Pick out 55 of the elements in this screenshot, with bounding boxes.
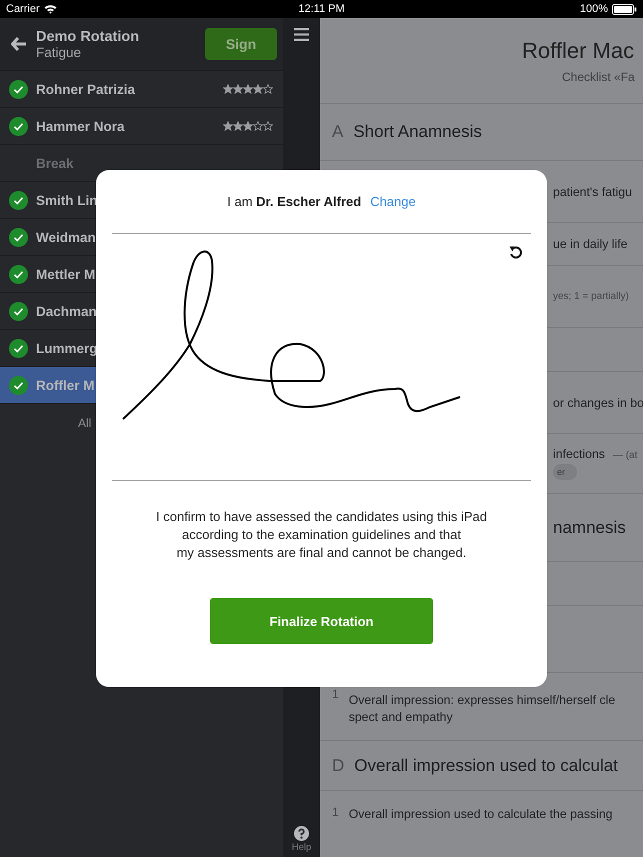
filled-star-icon — [233, 121, 243, 131]
all-label[interactable]: All — [78, 416, 92, 430]
filled-star-icon — [253, 84, 263, 94]
filled-star-icon — [223, 84, 233, 94]
change-link[interactable]: Change — [370, 194, 416, 209]
empty-star-icon — [263, 121, 273, 131]
filled-star-icon — [233, 84, 243, 94]
rotation-subtitle: Fatigue — [36, 44, 82, 60]
checklist-item: Overall impression used to calculate the passing — [348, 806, 613, 820]
candidate-name: Mettler M — [36, 266, 96, 282]
candidate-name: Rohner Patrizia — [36, 82, 136, 96]
signer-text: I am Dr. Escher Alfred — [227, 194, 362, 209]
checklist-item: or changes in bo — [553, 396, 643, 410]
item-number: 1 — [332, 805, 339, 819]
answer-chip[interactable]: er — [553, 464, 578, 480]
candidate-item[interactable]: Rohner Patrizia — [0, 71, 283, 108]
help-label[interactable]: Help — [292, 842, 312, 853]
undo-icon[interactable] — [509, 245, 523, 259]
checklist-item: ue in daily life — [553, 237, 628, 251]
filled-star-icon — [243, 121, 253, 131]
menu-icon[interactable] — [294, 28, 309, 41]
candidate-name: Lummerg — [36, 340, 98, 356]
section-heading: Overall impression used to calculat — [354, 756, 618, 776]
battery-icon — [612, 4, 637, 14]
section-letter: D — [332, 756, 344, 776]
help-icon[interactable] — [294, 826, 309, 841]
candidate-name: Roffler M — [36, 378, 94, 392]
checklist-subtitle: Checklist «Fa — [562, 70, 635, 84]
checklist-item-line: spect and empathy — [348, 710, 453, 724]
wifi-icon — [44, 4, 57, 14]
finalize-button[interactable]: Finalize Rotation — [210, 598, 433, 644]
section-letter: A — [332, 122, 344, 142]
checklist-item: infections — [553, 447, 605, 461]
carrier-label: Carrier — [6, 3, 40, 15]
candidate-name: Weidman — [36, 230, 96, 244]
item-hint: — (at — [612, 450, 638, 461]
scoring-note: yes; 1 = partially) — [553, 291, 629, 302]
candidate-name: Smith Lin — [36, 192, 98, 208]
battery-percent: 100% — [580, 3, 608, 15]
item-number: 1 — [332, 687, 339, 701]
rotation-title: Demo Rotation — [36, 28, 140, 44]
candidate-name: Hammer Nora — [36, 118, 125, 134]
back-arrow-icon[interactable] — [11, 37, 27, 51]
sign-button[interactable]: Sign — [205, 28, 277, 60]
checklist-item-line: Overall impression: expresses himself/herself cle — [348, 692, 616, 706]
filled-star-icon — [243, 84, 253, 94]
candidate-item[interactable]: Hammer Nora — [0, 108, 283, 145]
section-heading: Short Anamnesis — [353, 122, 482, 142]
candidate-title: Roffler Mac — [522, 38, 634, 64]
status-time: 12:11 PM — [298, 3, 345, 15]
section-heading: namnesis — [553, 518, 626, 538]
checklist-item: patient's fatigu — [553, 184, 632, 198]
candidate-name: Dachman — [36, 304, 97, 318]
filled-star-icon — [223, 121, 233, 131]
confirmation-text: I confirm to have assessed the candidates using this iPad according to the examination guidelines and that my assessments are final and cannot be changed. — [156, 508, 487, 562]
